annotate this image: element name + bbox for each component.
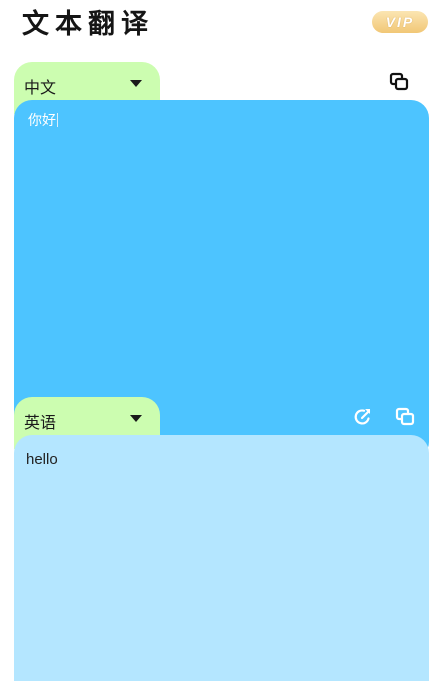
share-icon bbox=[354, 409, 371, 425]
target-language-label: 英语 bbox=[24, 413, 57, 432]
vip-badge[interactable]: VIP bbox=[372, 11, 428, 33]
dropdown-caret-icon bbox=[130, 80, 142, 87]
target-text: hello bbox=[26, 451, 58, 468]
target-text-area[interactable]: hello bbox=[14, 435, 429, 681]
copy-icon bbox=[395, 407, 415, 426]
copy-icon bbox=[389, 72, 409, 91]
text-cursor bbox=[57, 113, 58, 127]
source-text: 你好 bbox=[28, 113, 58, 129]
target-copy-button[interactable] bbox=[394, 406, 416, 428]
source-language-label: 中文 bbox=[24, 78, 57, 97]
page-title: 文本翻译 bbox=[22, 9, 154, 40]
source-copy-button[interactable] bbox=[388, 71, 410, 93]
dropdown-caret-icon bbox=[130, 415, 142, 422]
target-share-button[interactable] bbox=[352, 406, 374, 428]
